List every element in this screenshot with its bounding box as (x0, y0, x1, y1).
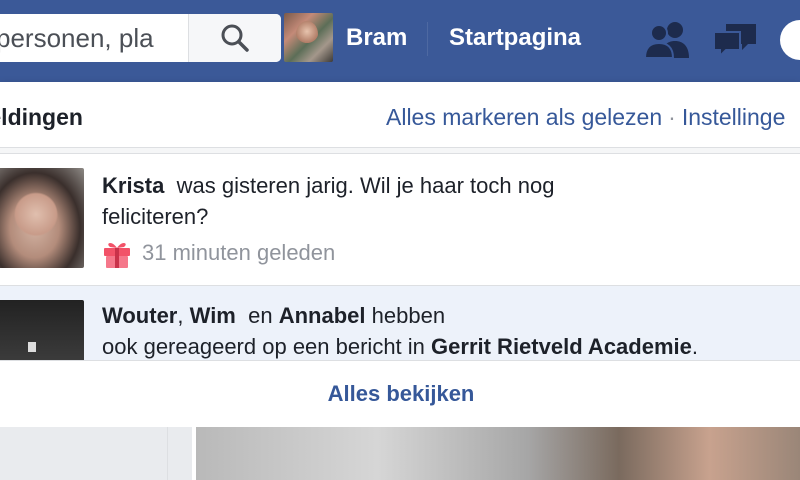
nav-divider (427, 22, 428, 56)
notifications-icon[interactable] (780, 20, 800, 60)
header-separator: · (668, 104, 676, 130)
notification-text-line1: was gisteren jarig. Wil je haar toch nog (176, 173, 555, 198)
feed-photo (196, 427, 800, 480)
actor-separator: , (177, 303, 184, 328)
mark-all-read-link[interactable]: Alles markeren als gelezen (386, 104, 662, 130)
header-actions: Alles markeren als gelezen · Instellinge (386, 104, 785, 131)
and-word: en (248, 303, 273, 328)
sentence-end: . (691, 334, 698, 359)
actor-name: Wim (189, 303, 236, 328)
notification-meta: 31 minuten geleden (102, 236, 335, 270)
left-sidebar (0, 427, 168, 480)
messages-icon[interactable] (712, 20, 760, 60)
actor-name: Annabel (278, 303, 366, 328)
notification-text-line1: hebben (371, 303, 446, 328)
notification-text: Wouter, Wim en Annabel hebben ook gereage… (102, 300, 792, 360)
actor-name: Krista (102, 173, 165, 198)
actor-name: Wouter (102, 303, 178, 328)
top-navigation-bar: Bram Startpagina (0, 0, 800, 82)
panel-header: leldingen Alles markeren als gelezen·Ins… (0, 82, 800, 148)
search-icon (221, 24, 249, 52)
group-name: Gerrit Rietveld Academie (431, 334, 692, 359)
search-button[interactable] (188, 14, 281, 62)
settings-link[interactable]: Instellinge (682, 104, 786, 130)
notification-text-line2: ook gereageerd op een bericht in (102, 334, 425, 359)
notification-time: 31 minuten geleden (142, 240, 336, 265)
page-background (0, 427, 800, 480)
notification-avatar (0, 168, 84, 268)
home-link[interactable]: Startpagina (449, 24, 581, 52)
notification-avatar (0, 300, 84, 360)
notifications-dropdown: leldingen Alles markeren als gelezen·Ins… (0, 82, 800, 427)
search-box (0, 14, 281, 62)
see-all-link[interactable]: Alles bekijken (328, 381, 475, 407)
notification-text: Krista was gisteren jarig. Wil je haar t… (102, 170, 622, 232)
search-input[interactable] (0, 14, 184, 62)
notification-item[interactable]: Krista was gisteren jarig. Wil je haar t… (0, 154, 800, 286)
panel-title: leldingen (0, 104, 83, 130)
gift-icon (104, 242, 130, 268)
notification-text-line2: feliciteren? (102, 204, 209, 229)
friend-requests-icon[interactable] (643, 20, 693, 60)
profile-avatar[interactable] (284, 13, 333, 62)
profile-link[interactable]: Bram (346, 24, 407, 52)
panel-footer: Alles bekijken (0, 360, 800, 427)
notification-item[interactable]: Wouter, Wim en Annabel hebben ook gereage… (0, 286, 800, 360)
